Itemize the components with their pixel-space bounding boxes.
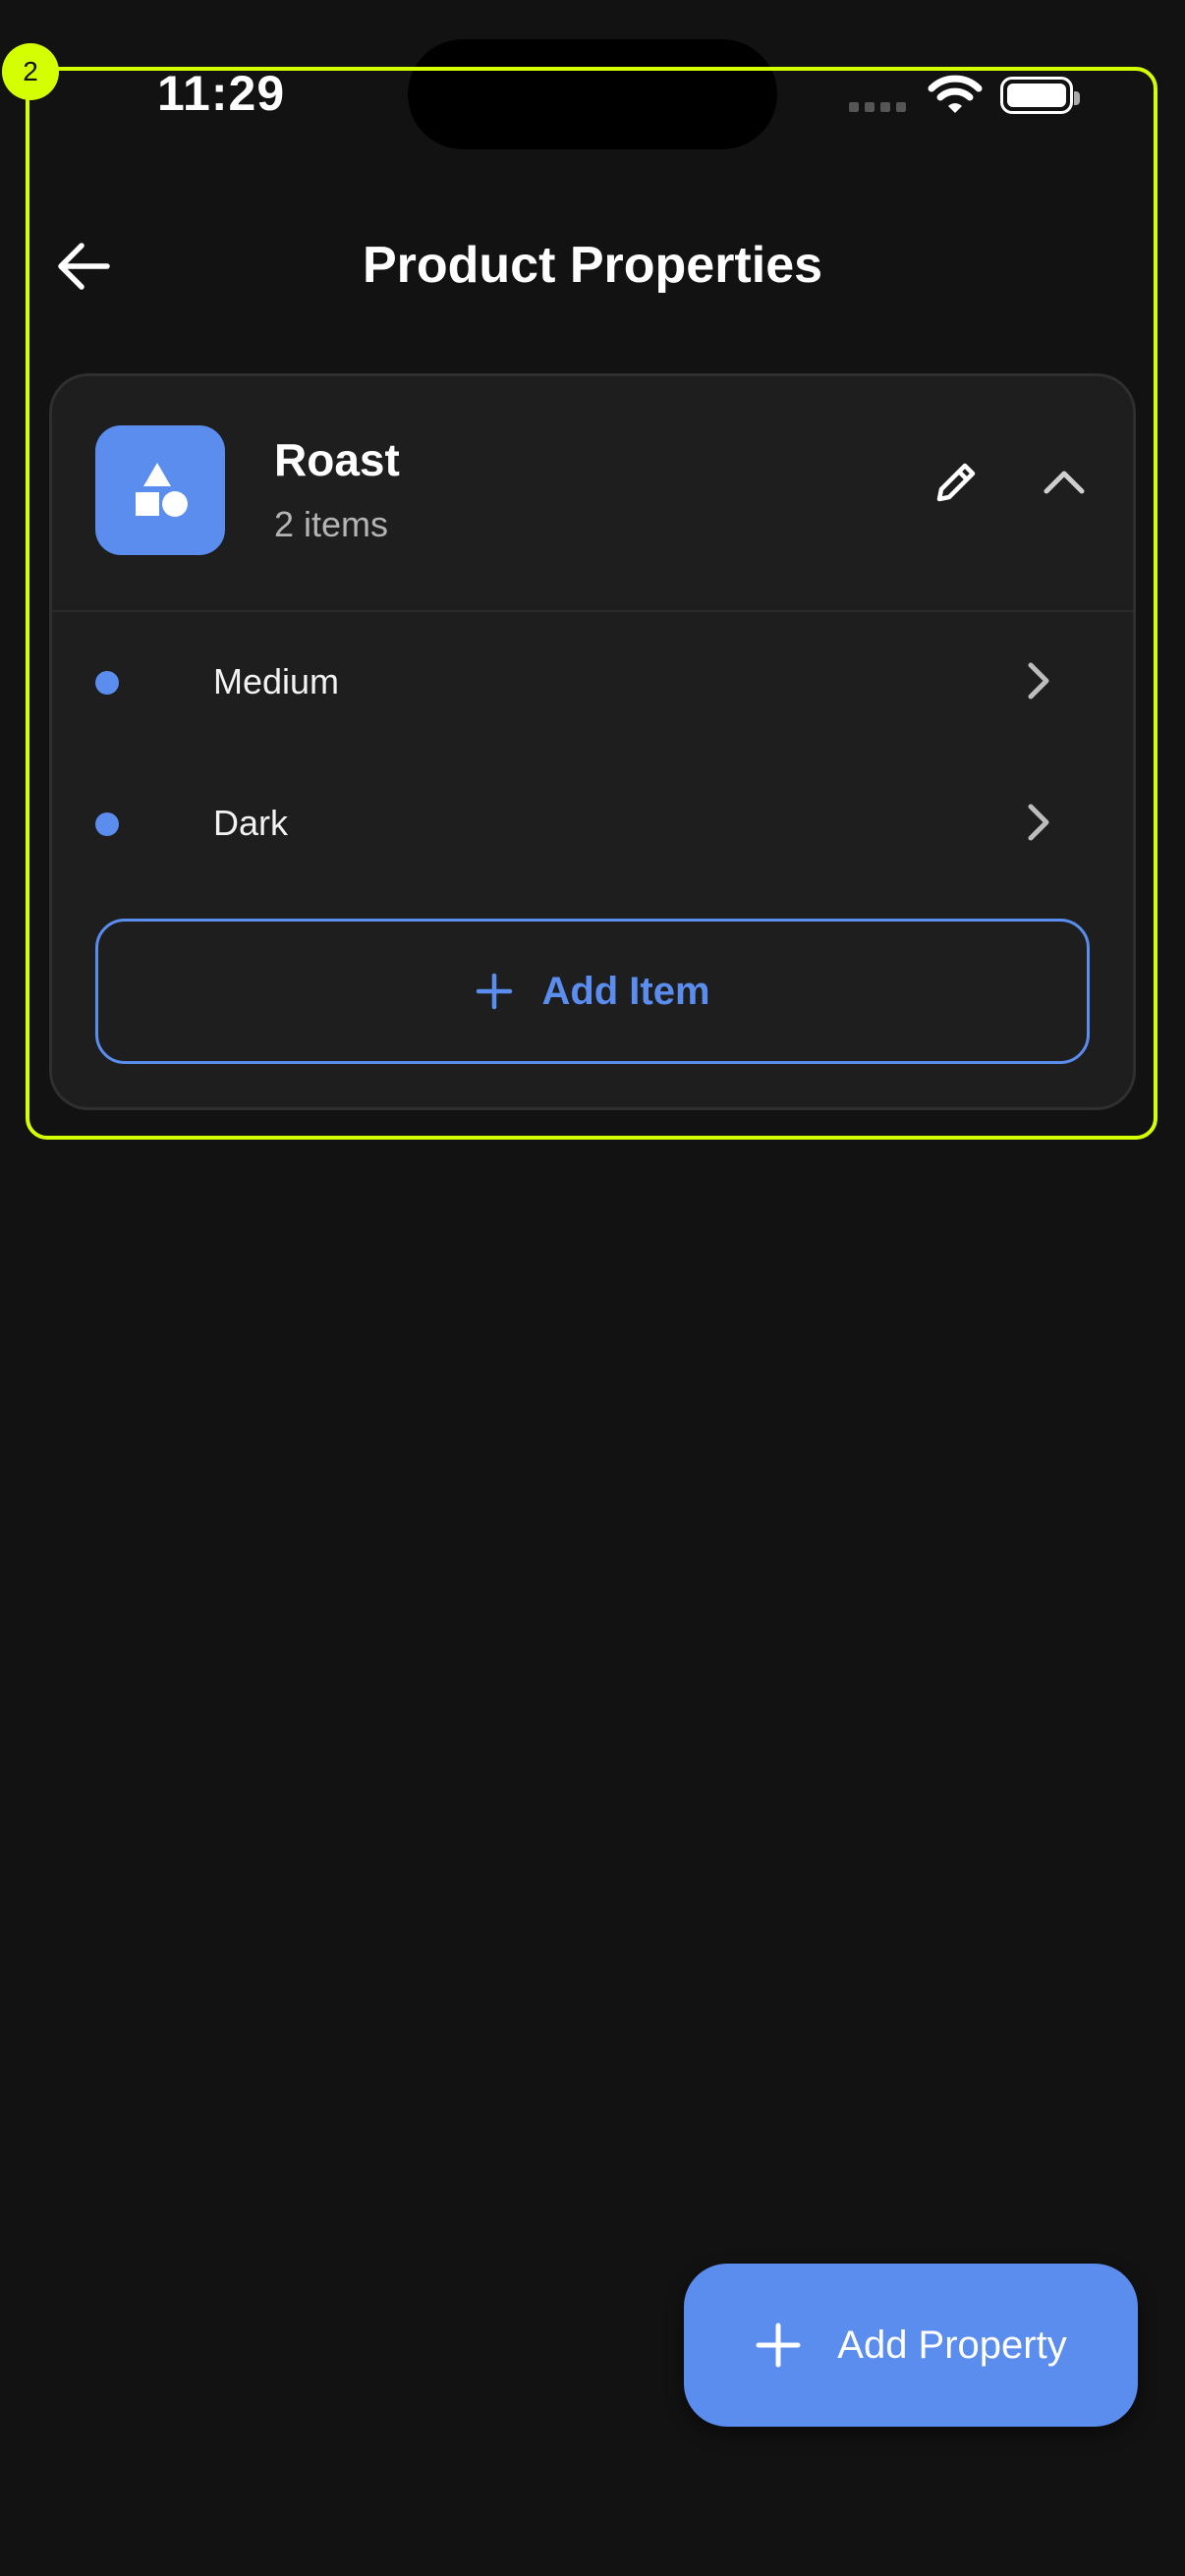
item-bullet-icon — [95, 812, 119, 836]
collapse-property-button[interactable] — [1025, 443, 1103, 522]
chevron-up-icon — [1044, 471, 1085, 494]
page-title: Product Properties — [362, 237, 823, 294]
property-item-label: Dark — [213, 803, 289, 843]
shapes-icon — [95, 425, 225, 555]
annotation-badge: 2 — [2, 43, 59, 100]
add-property-label: Add Property — [837, 2323, 1067, 2367]
property-item-row[interactable]: Medium — [52, 612, 1133, 750]
add-item-button[interactable]: Add Item — [95, 919, 1090, 1064]
property-name: Roast — [274, 434, 400, 485]
pencil-icon — [936, 463, 976, 502]
add-property-button[interactable]: Add Property — [684, 2264, 1138, 2427]
property-card: Roast 2 items Medium Dark Add Item — [49, 373, 1136, 1110]
property-item-row[interactable]: Dark — [52, 754, 1133, 891]
property-item-count: 2 items — [274, 504, 389, 544]
plus-icon — [477, 973, 513, 1010]
plus-icon — [756, 2323, 801, 2368]
edit-property-button[interactable] — [917, 443, 995, 522]
chevron-right-icon — [1013, 797, 1064, 848]
property-card-header[interactable]: Roast 2 items — [52, 376, 1133, 612]
chevron-right-icon — [1013, 655, 1064, 706]
item-bullet-icon — [95, 671, 119, 695]
property-item-label: Medium — [213, 661, 340, 701]
add-item-label: Add Item — [541, 969, 710, 1013]
